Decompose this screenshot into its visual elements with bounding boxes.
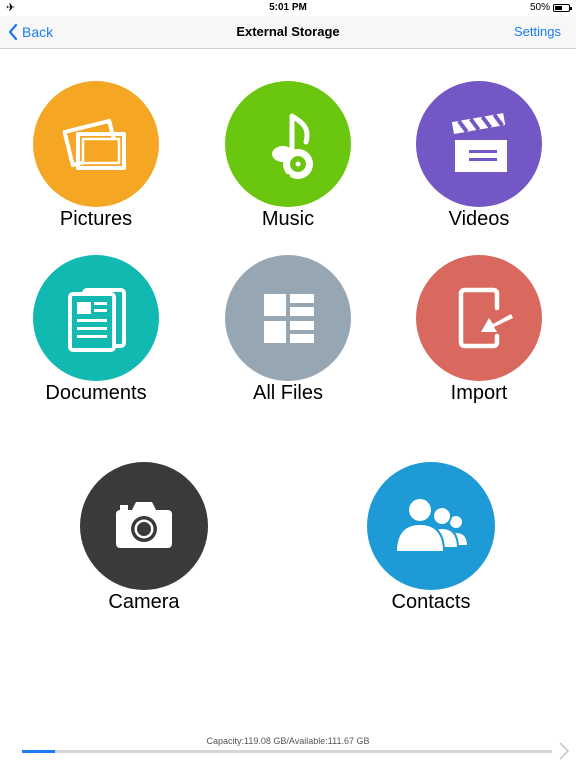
import-icon (458, 287, 513, 349)
import-label: Import (450, 382, 508, 404)
pictures-label: Pictures (59, 208, 133, 230)
videos-circle (416, 81, 542, 207)
camera-label: Camera (108, 591, 180, 613)
camera-circle (80, 462, 208, 590)
contacts-circle (367, 462, 495, 590)
documents-tile[interactable]: Documents (11, 255, 181, 405)
videos-tile[interactable]: Videos (394, 81, 564, 231)
camera-icon (116, 502, 172, 548)
status-time: 5:01 PM (269, 2, 307, 13)
all-files-label: All Files (252, 382, 323, 404)
pictures-tile[interactable]: Pictures (11, 81, 181, 231)
storage-progress-fill (22, 750, 55, 753)
storage-progress-bar (22, 750, 552, 753)
all-files-tile[interactable]: All Files (203, 255, 373, 405)
documents-circle (33, 255, 159, 381)
videos-icon (451, 113, 507, 172)
documents-icon (68, 288, 126, 352)
import-circle (416, 255, 542, 381)
videos-label: Videos (448, 208, 510, 230)
contacts-label: Contacts (391, 591, 471, 613)
music-circle (225, 81, 351, 207)
navigation-bar: Back External Storage Settings (0, 16, 576, 49)
music-tile[interactable]: Music (203, 81, 373, 231)
all-files-icon (264, 294, 314, 343)
documents-label: Documents (45, 382, 147, 404)
contacts-tile[interactable]: Contacts (346, 462, 516, 614)
pictures-circle (33, 81, 159, 207)
all-files-circle (225, 255, 351, 381)
page-title: External Storage (236, 24, 340, 39)
pictures-icon (62, 118, 126, 170)
contacts-icon (394, 497, 470, 553)
capacity-text: Capacity:119.08 GB/Available:111.67 GB (206, 736, 370, 746)
battery-icon (553, 4, 572, 12)
music-label: Music (261, 208, 315, 230)
status-bar: ✈ 5:01 PM 50% (0, 0, 576, 16)
settings-button[interactable]: Settings (514, 24, 561, 39)
battery-percentage: 50% (529, 2, 550, 13)
camera-tile[interactable]: Camera (59, 462, 229, 614)
music-icon (272, 113, 313, 184)
chevron-right-icon[interactable] (558, 741, 570, 761)
import-tile[interactable]: Import (394, 255, 564, 405)
